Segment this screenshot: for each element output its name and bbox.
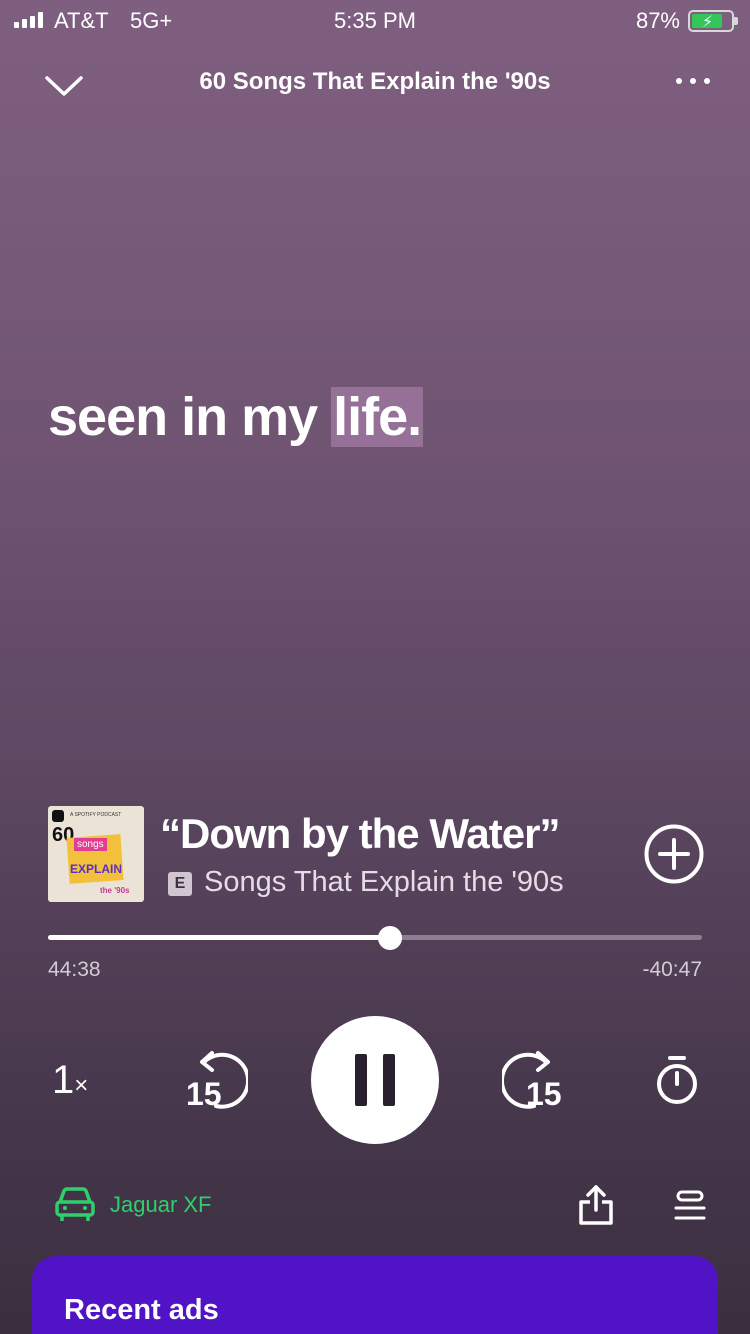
recent-ads-title: Recent ads	[64, 1294, 219, 1326]
explicit-badge: E	[168, 872, 192, 896]
status-bar: AT&T 5G+ 5:35 PM 87% ⚡	[0, 0, 750, 40]
recent-ads-panel[interactable]: Recent ads	[32, 1256, 718, 1334]
artwork-era: the '90s	[100, 886, 130, 895]
time-remaining: -40:47	[642, 958, 702, 981]
car-icon[interactable]	[54, 1186, 96, 1224]
rewind-15-button[interactable]: 15	[184, 1050, 251, 1114]
pause-icon	[355, 1054, 367, 1106]
queue-icon[interactable]	[674, 1190, 706, 1222]
more-icon[interactable]	[676, 78, 710, 84]
connected-device-name[interactable]: Jaguar XF	[110, 1192, 212, 1218]
artwork-songs: songs	[74, 838, 107, 851]
speed-suffix: ×	[74, 1072, 89, 1099]
playback-speed-button[interactable]: 1×	[52, 1058, 88, 1103]
rewind-seconds: 15	[186, 1076, 222, 1112]
track-title[interactable]: “Down by the Water”	[160, 810, 596, 858]
artwork-label: A SPOTIFY PODCAST	[70, 812, 122, 818]
battery-percent: 87%	[635, 8, 680, 33]
time-elapsed: 44:38	[48, 958, 101, 981]
pause-button[interactable]	[311, 1016, 439, 1144]
battery-icon: ⚡	[688, 10, 738, 32]
lyric-line: seen in my life.	[48, 386, 424, 448]
progress-knob[interactable]	[378, 926, 402, 950]
lyric-highlighted-word: life.	[331, 387, 424, 447]
lyric-text: seen in my	[48, 387, 332, 447]
sleep-timer-icon[interactable]	[654, 1054, 700, 1106]
add-circle-icon[interactable]	[644, 824, 704, 884]
forward-15-button[interactable]: 15	[499, 1050, 566, 1114]
podcast-artwork[interactable]: A SPOTIFY PODCAST 60 songs EXPLAIN the '…	[48, 806, 144, 902]
artwork-explain: EXPLAIN	[70, 862, 123, 876]
speed-value: 1	[52, 1058, 75, 1102]
show-name[interactable]: Songs That Explain the '90s	[204, 866, 584, 899]
share-icon[interactable]	[578, 1184, 614, 1226]
header-title: 60 Songs That Explain the '90s	[199, 68, 551, 95]
progress-fill	[48, 935, 390, 940]
forward-seconds: 15	[526, 1076, 562, 1112]
spotify-badge-icon	[52, 810, 64, 822]
